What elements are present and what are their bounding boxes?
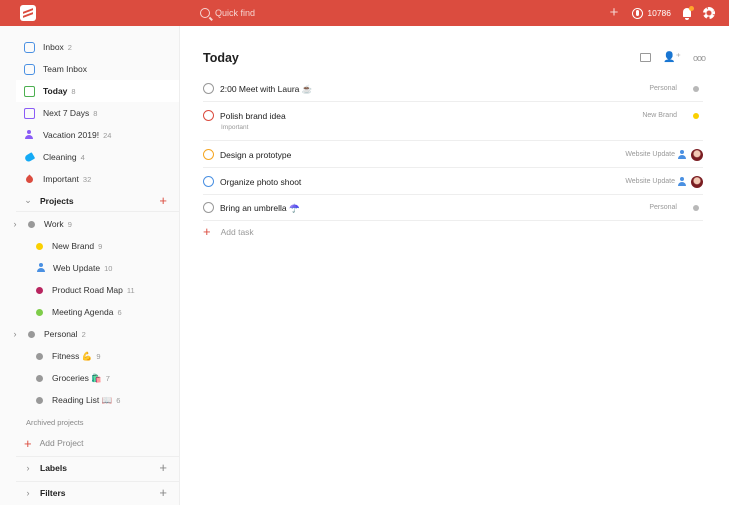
team-inbox-icon (23, 63, 35, 75)
task-row[interactable]: 2:00 Meet with Laura ☕ Personal (203, 76, 703, 102)
task-checkbox[interactable] (203, 202, 214, 213)
main-content: Today 👤⁺ ooo 2:00 Meet with Laura ☕ Pers… (181, 26, 729, 505)
task-project-label[interactable]: Personal (649, 204, 677, 211)
task-label-tag[interactable]: Important (221, 124, 248, 131)
project-color-dot (36, 374, 43, 382)
project-color-dot (28, 220, 35, 228)
task-row[interactable]: Bring an umbrella ☂️ Personal (203, 195, 703, 221)
task-checkbox[interactable] (203, 176, 214, 187)
quick-find-search[interactable]: Quick find (200, 5, 255, 21)
chevron-right-icon[interactable]: › (8, 219, 22, 229)
karma-button[interactable]: 10786 (632, 7, 671, 19)
add-task-button[interactable]: + Add task (203, 224, 254, 239)
sidebar-item-team-inbox[interactable]: Team Inbox (16, 58, 179, 80)
project-meeting-agenda[interactable]: Meeting Agenda 6 (36, 301, 122, 323)
task-checkbox[interactable] (203, 149, 214, 160)
chevron-right-icon[interactable]: › (20, 463, 36, 473)
chevron-down-icon[interactable]: ⌄ (20, 195, 36, 206)
add-filter-icon[interactable]: + (159, 485, 167, 500)
project-color-dot (693, 113, 699, 119)
project-color-dot (693, 86, 699, 92)
task-row[interactable]: Organize photo shoot Website Update (203, 168, 703, 195)
karma-score: 10786 (647, 8, 671, 18)
project-work[interactable]: › Work 9 (8, 213, 72, 235)
top-bar: Quick find + 10786 (0, 0, 729, 26)
task-row[interactable]: Design a prototype Website Update (203, 141, 703, 168)
project-fitness[interactable]: Fitness 💪 9 (36, 345, 101, 367)
task-project-label[interactable]: Website Update (625, 151, 675, 158)
sidebar-item-today[interactable]: Today 8 (16, 80, 179, 102)
project-color-dot (28, 330, 35, 338)
search-placeholder: Quick find (215, 8, 256, 18)
filters-section-header[interactable]: › Filters + (16, 481, 179, 503)
more-options-icon[interactable]: ooo (693, 53, 706, 63)
sidebar-item-next-7-days[interactable]: Next 7 Days 8 (16, 102, 179, 124)
comment-icon[interactable] (640, 53, 652, 62)
sidebar: Inbox 2 Team Inbox Today 8 Next 7 Days 8 Va… (0, 26, 180, 505)
add-project-icon[interactable]: + (159, 193, 167, 208)
chevron-right-icon[interactable]: › (8, 329, 22, 339)
project-color-dot (693, 205, 699, 211)
karma-icon (632, 7, 644, 19)
task-checkbox[interactable] (203, 83, 214, 94)
project-color-dot (36, 308, 43, 316)
task-row[interactable]: Polish brand idea Important New Brand (203, 102, 703, 141)
task-project-label[interactable]: Personal (649, 85, 677, 92)
gear-icon[interactable] (703, 7, 715, 19)
task-checkbox[interactable] (203, 110, 214, 121)
bell-icon[interactable] (681, 5, 694, 20)
drop-icon (23, 173, 35, 185)
project-color-dot (36, 352, 43, 360)
plus-icon: + (203, 224, 211, 239)
calendar-today-icon (23, 85, 35, 97)
project-new-brand[interactable]: New Brand 9 (36, 235, 102, 257)
tag-icon (23, 151, 35, 163)
chevron-right-icon[interactable]: › (20, 488, 36, 498)
labels-section-header[interactable]: › Labels + (16, 456, 179, 478)
logo-icon[interactable] (20, 5, 36, 21)
search-icon (200, 8, 210, 18)
add-person-icon[interactable]: 👤⁺ (663, 52, 681, 63)
shared-project-icon (677, 177, 687, 187)
project-personal[interactable]: › Personal 2 (8, 323, 86, 345)
sidebar-item-important[interactable]: Important 32 (16, 168, 179, 190)
person-icon (23, 129, 35, 141)
inbox-icon (23, 41, 35, 53)
plus-icon: + (24, 435, 32, 451)
project-color-dot (36, 396, 43, 404)
task-project-label[interactable]: New Brand (642, 112, 677, 119)
shared-project-icon (677, 150, 687, 160)
sidebar-item-cleaning[interactable]: Cleaning 4 (16, 146, 179, 168)
project-reading-list[interactable]: Reading List 📖 6 (36, 389, 120, 411)
project-product-road-map[interactable]: Product Road Map 11 (36, 279, 135, 301)
projects-section-header[interactable]: ⌄ Projects + (16, 190, 179, 212)
assignee-avatar[interactable] (691, 149, 703, 161)
project-groceries[interactable]: Groceries 🛍️ 7 (36, 367, 110, 389)
assignee-avatar[interactable] (691, 176, 703, 188)
project-color-dot (36, 286, 43, 294)
page-title: Today (203, 51, 239, 65)
add-project-button[interactable]: + Add Project (24, 432, 84, 454)
project-color-dot (36, 242, 43, 250)
sidebar-item-vacation[interactable]: Vacation 2019! 24 (16, 124, 179, 146)
add-label-icon[interactable]: + (159, 460, 167, 475)
shared-project-icon (36, 263, 46, 273)
archived-projects-link[interactable]: Archived projects (26, 411, 84, 433)
project-web-update[interactable]: Web Update 10 (36, 257, 112, 279)
add-icon[interactable]: + (610, 5, 619, 21)
sidebar-item-inbox[interactable]: Inbox 2 (16, 36, 179, 58)
task-project-label[interactable]: Website Update (625, 178, 675, 185)
calendar-week-icon (23, 107, 35, 119)
